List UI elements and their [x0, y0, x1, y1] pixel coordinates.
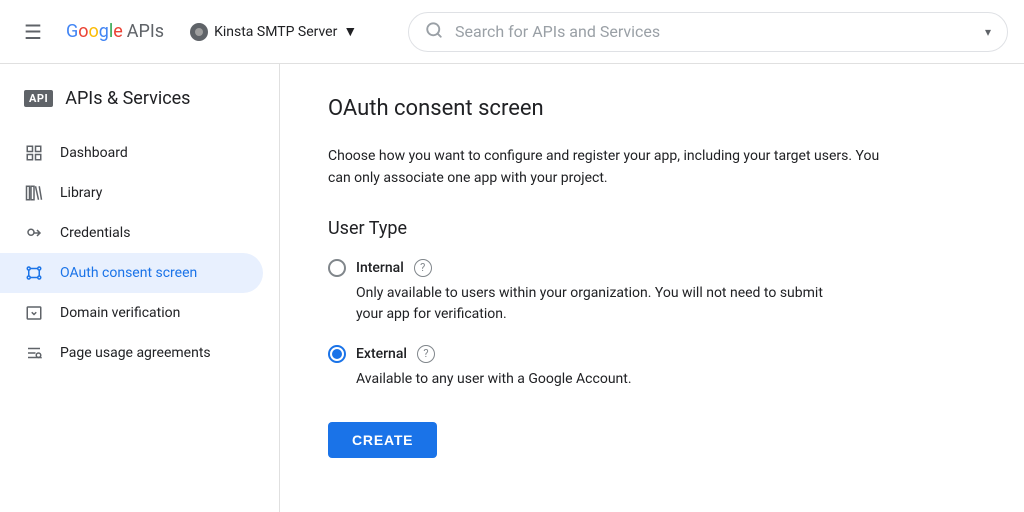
sidebar-header: API APIs & Services: [0, 72, 279, 125]
sidebar-item-domain-label: Domain verification: [60, 305, 180, 321]
sidebar-item-page-usage-label: Page usage agreements: [60, 345, 211, 361]
sidebar-section-title: APIs & Services: [65, 88, 190, 109]
sidebar-item-credentials-label: Credentials: [60, 225, 130, 241]
google-apis-logo: Google APIs: [66, 21, 164, 42]
user-type-options: Internal ? Only available to users withi…: [328, 259, 976, 390]
search-chevron-icon: ▾: [985, 25, 991, 39]
search-bar[interactable]: Search for APIs and Services ▾: [408, 12, 1008, 52]
search-placeholder: Search for APIs and Services: [455, 22, 973, 41]
main-layout: API APIs & Services Dashboard Library: [0, 64, 1024, 512]
internal-option: Internal ? Only available to users withi…: [328, 259, 976, 325]
sidebar-item-page-usage[interactable]: Page usage agreements: [0, 333, 263, 373]
sidebar-item-oauth-label: OAuth consent screen: [60, 265, 197, 281]
external-help-icon[interactable]: ?: [417, 345, 435, 363]
main-content: OAuth consent screen Choose how you want…: [280, 64, 1024, 512]
create-button[interactable]: CREATE: [328, 422, 437, 458]
project-dot-icon: [190, 23, 208, 41]
credentials-icon: [24, 223, 44, 243]
search-icon: [425, 21, 443, 43]
sidebar-nav: Dashboard Library Credentials: [0, 133, 279, 373]
internal-radio-row: Internal ?: [328, 259, 976, 277]
page-title: OAuth consent screen: [328, 96, 976, 121]
sidebar-item-library[interactable]: Library: [0, 173, 263, 213]
library-icon: [24, 183, 44, 203]
project-dot-inner: [195, 28, 203, 36]
sidebar-item-oauth[interactable]: OAuth consent screen: [0, 253, 263, 293]
google-g-letter: Google: [66, 21, 123, 42]
sidebar: API APIs & Services Dashboard Library: [0, 64, 280, 512]
internal-label: Internal: [356, 260, 404, 276]
project-dropdown-icon: ▼: [343, 23, 357, 40]
sidebar-item-dashboard[interactable]: Dashboard: [0, 133, 263, 173]
external-label: External: [356, 346, 407, 362]
page-description: Choose how you want to configure and reg…: [328, 145, 888, 190]
sidebar-item-credentials[interactable]: Credentials: [0, 213, 263, 253]
internal-description: Only available to users within your orga…: [356, 283, 836, 325]
internal-radio[interactable]: [328, 259, 346, 277]
apis-text: APIs: [127, 21, 164, 42]
external-description: Available to any user with a Google Acco…: [356, 369, 836, 390]
page-usage-icon: [24, 343, 44, 363]
project-selector[interactable]: Kinsta SMTP Server ▼: [180, 17, 367, 47]
api-badge: API: [24, 90, 53, 107]
domain-icon: [24, 303, 44, 323]
dashboard-icon: [24, 143, 44, 163]
hamburger-menu-icon[interactable]: ☰: [16, 12, 50, 52]
topbar: ☰ Google APIs Kinsta SMTP Server ▼ Searc…: [0, 0, 1024, 64]
sidebar-item-library-label: Library: [60, 185, 102, 201]
sidebar-item-dashboard-label: Dashboard: [60, 145, 128, 161]
external-radio-row: External ?: [328, 345, 976, 363]
external-option: External ? Available to any user with a …: [328, 345, 976, 390]
user-type-section-title: User Type: [328, 218, 976, 239]
oauth-icon: [24, 263, 44, 283]
project-name: Kinsta SMTP Server: [214, 24, 337, 40]
internal-help-icon[interactable]: ?: [414, 259, 432, 277]
external-radio[interactable]: [328, 345, 346, 363]
sidebar-item-domain[interactable]: Domain verification: [0, 293, 263, 333]
